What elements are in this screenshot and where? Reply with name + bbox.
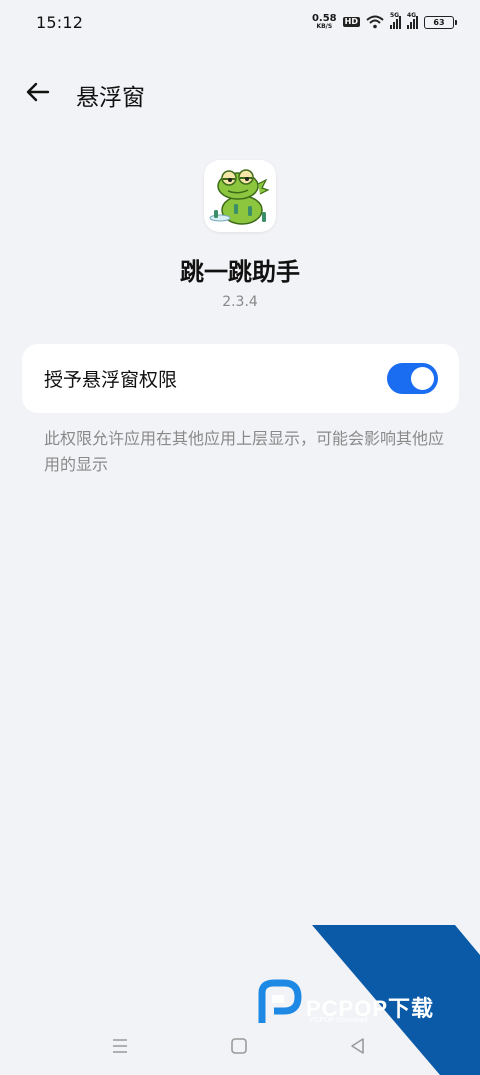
frog-icon xyxy=(204,160,276,232)
battery-level: 63 xyxy=(433,17,445,27)
back-button[interactable] xyxy=(22,76,54,108)
app-version: 2.3.4 xyxy=(222,294,258,310)
recents-button[interactable] xyxy=(108,1034,132,1058)
app-bar: 悬浮窗 xyxy=(0,70,480,114)
triangle-back-icon xyxy=(351,1038,364,1054)
signal-4g-icon: 4G xyxy=(407,12,418,29)
permission-label: 授予悬浮窗权限 xyxy=(44,369,178,391)
navigation-bar xyxy=(0,1030,480,1062)
arrow-left-icon xyxy=(26,82,50,102)
watermark-subtitle: PCPOP Download xyxy=(310,1017,368,1024)
signal-4g-label: 4G xyxy=(407,12,417,19)
signal-5g-label: 5G xyxy=(390,12,400,19)
menu-icon xyxy=(113,1039,127,1053)
battery-icon: 63 xyxy=(424,15,457,29)
back-nav-button[interactable] xyxy=(346,1034,370,1058)
permission-description: 此权限允许应用在其他应用上层显示，可能会影响其他应用的显示 xyxy=(44,429,445,474)
square-icon xyxy=(231,1038,247,1054)
permission-card[interactable]: 授予悬浮窗权限 xyxy=(22,344,459,413)
signal-5g-icon: 5G xyxy=(390,12,401,29)
status-icons: 0.58 KB/S HD 5G 4G 63 xyxy=(312,12,457,30)
app-name: 跳一跳助手 xyxy=(180,258,300,286)
network-speed: 0.58 KB/S xyxy=(312,14,337,30)
toggle-knob xyxy=(411,367,434,390)
page-title: 悬浮窗 xyxy=(76,85,145,111)
status-bar: 15:12 0.58 KB/S HD 5G 4G 63 xyxy=(0,0,480,44)
status-time: 15:12 xyxy=(36,12,84,32)
hd-voice-icon: HD xyxy=(342,17,360,27)
pcpop-logo-icon xyxy=(258,979,302,1023)
home-button[interactable] xyxy=(227,1034,251,1058)
wifi-icon xyxy=(366,15,384,29)
network-speed-unit: KB/S xyxy=(316,23,333,30)
overlay-permission-toggle[interactable] xyxy=(387,363,438,394)
app-icon xyxy=(204,160,276,232)
